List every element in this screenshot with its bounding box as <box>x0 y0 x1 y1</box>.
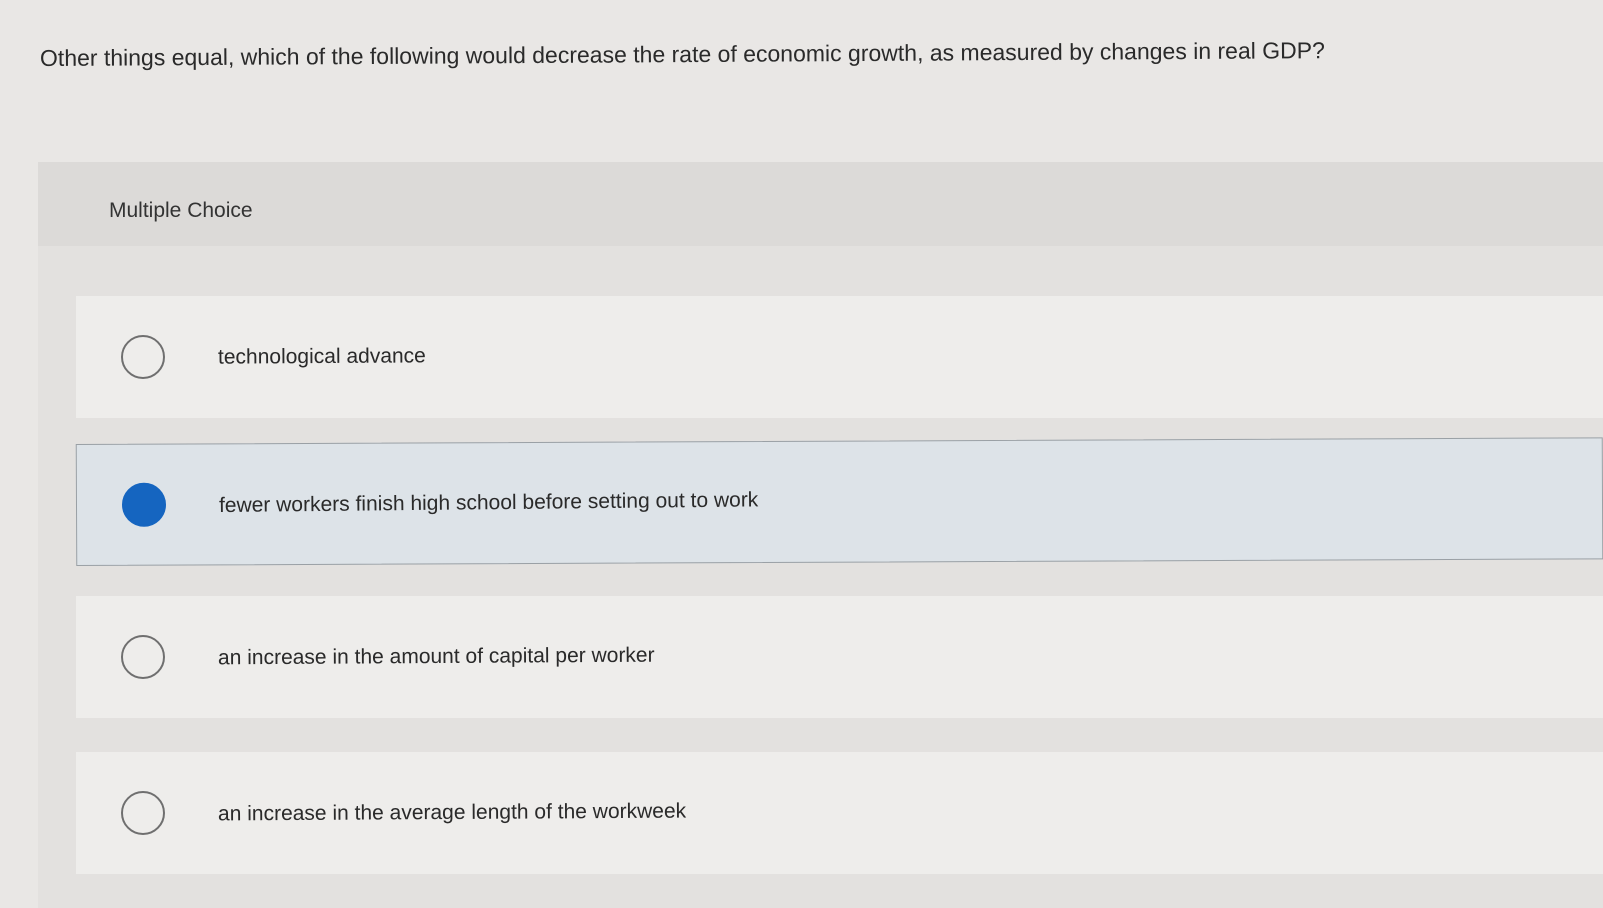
multiple-choice-panel: Multiple Choice technological advance fe… <box>38 162 1603 908</box>
answer-option-2[interactable]: fewer workers finish high school before … <box>75 437 1603 566</box>
answer-option-1[interactable]: technological advance <box>76 296 1603 418</box>
answer-option-label: fewer workers finish high school before … <box>218 488 759 518</box>
radio-button-icon[interactable] <box>121 335 165 379</box>
radio-button-icon[interactable] <box>121 635 165 679</box>
radio-button-selected-icon[interactable] <box>121 482 167 527</box>
answer-option-3[interactable]: an increase in the amount of capital per… <box>76 596 1603 718</box>
question-text: Other things equal, which of the followi… <box>39 37 1325 71</box>
answer-option-label: an increase in the amount of capital per… <box>217 643 655 670</box>
answer-option-label: an increase in the average length of the… <box>217 799 687 826</box>
multiple-choice-label: Multiple Choice <box>109 199 253 222</box>
answer-option-label: technological advance <box>217 344 426 369</box>
multiple-choice-header: Multiple Choice <box>38 162 1603 246</box>
answer-option-4[interactable]: an increase in the average length of the… <box>76 752 1603 874</box>
radio-button-icon[interactable] <box>121 791 165 835</box>
